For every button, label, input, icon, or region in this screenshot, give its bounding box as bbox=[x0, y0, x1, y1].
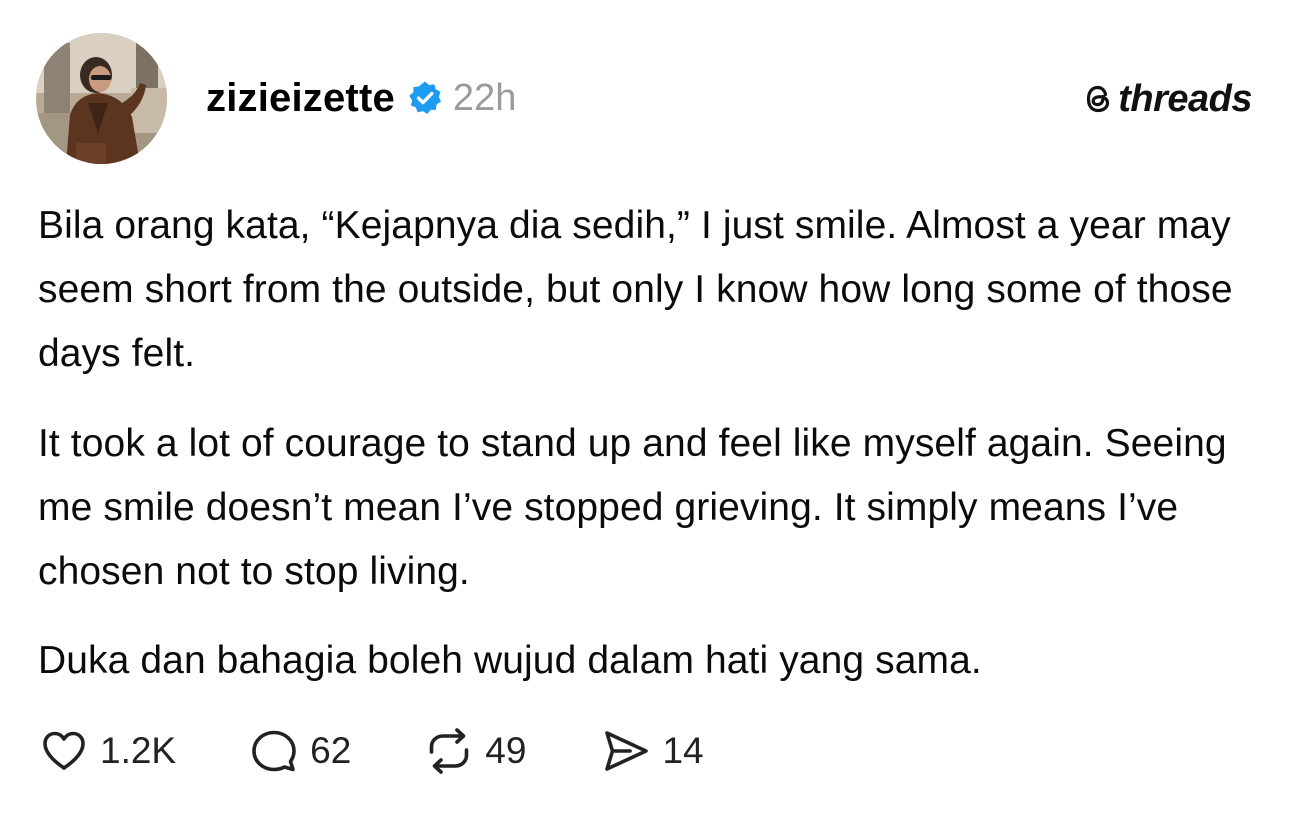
reply-count: 62 bbox=[310, 730, 352, 771]
threads-wordmark: threads bbox=[1118, 77, 1252, 120]
post-body: Bila orang kata, “Kejapnya dia sedih,” I… bbox=[38, 194, 1263, 718]
threads-brand: threads bbox=[1081, 76, 1252, 122]
post-paragraph-2: It took a lot of courage to stand up and… bbox=[38, 422, 1227, 593]
repost-count: 49 bbox=[485, 730, 527, 771]
like-button[interactable]: 1.2K bbox=[38, 725, 176, 777]
share-count: 14 bbox=[662, 730, 704, 771]
repost-button[interactable]: 49 bbox=[423, 725, 526, 777]
repost-arrows-icon bbox=[423, 725, 475, 777]
post-paragraph-1: Bila orang kata, “Kejapnya dia sedih,” I… bbox=[38, 204, 1233, 375]
verified-badge-icon bbox=[407, 80, 443, 116]
avatar[interactable] bbox=[36, 33, 167, 164]
post-paragraph-3: Duka dan bahagia boleh wujud dalam hati … bbox=[38, 639, 982, 682]
like-count: 1.2K bbox=[100, 730, 177, 771]
speech-bubble-icon bbox=[248, 725, 300, 777]
avatar-photo bbox=[36, 33, 167, 164]
heart-icon bbox=[38, 725, 90, 777]
post-actions: 1.2K 62 49 14 bbox=[38, 724, 704, 778]
share-button[interactable]: 14 bbox=[600, 725, 704, 777]
threads-logo-icon bbox=[1081, 82, 1115, 116]
post-header: zizieizette 22h bbox=[206, 72, 516, 124]
reply-button[interactable]: 62 bbox=[248, 725, 351, 777]
send-arrow-icon bbox=[600, 725, 652, 777]
username[interactable]: zizieizette bbox=[206, 76, 395, 121]
post-timestamp: 22h bbox=[452, 76, 517, 119]
